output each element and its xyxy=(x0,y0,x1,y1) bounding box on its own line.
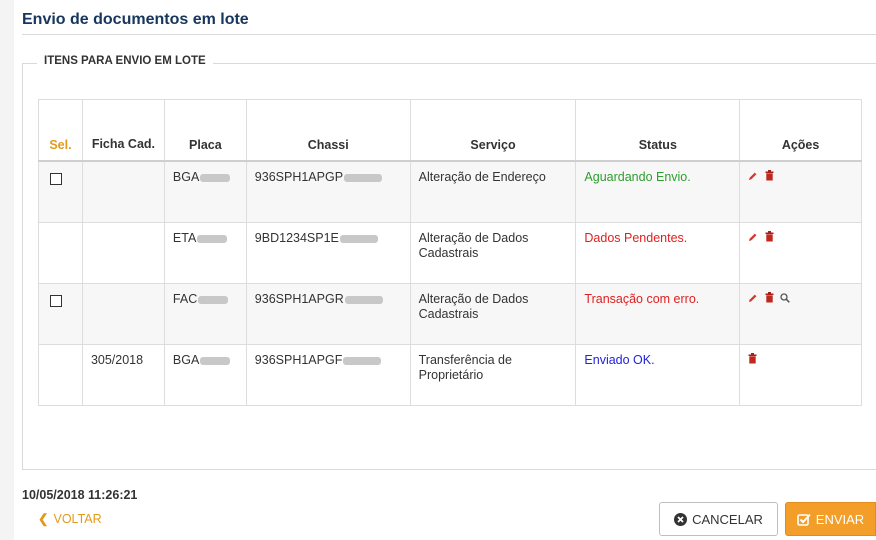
ficha-cell xyxy=(81,222,165,284)
placa-cell: FAC xyxy=(163,283,247,345)
status-cell: Aguardando Envio. xyxy=(575,160,741,223)
ficha-cell xyxy=(81,160,165,223)
col-header-chassi: Chassi xyxy=(245,99,411,162)
actions-cell xyxy=(739,222,862,284)
col-header-servico: Serviço xyxy=(409,99,577,162)
redacted-mask xyxy=(198,295,229,304)
redacted-mask xyxy=(344,295,383,304)
placa-value: BGA xyxy=(172,353,200,367)
table-header-row: Sel. Ficha Cad. Placa Chassi Serviço Sta… xyxy=(38,99,862,162)
trash-icon[interactable] xyxy=(765,292,774,303)
section-title: ITENS PARA ENVIO EM LOTE xyxy=(37,55,213,67)
servico-cell: Transferência de Proprietário xyxy=(409,344,577,406)
servico-cell: Alteração de Dados Cadastrais xyxy=(409,283,577,345)
cancel-circle-icon xyxy=(674,512,688,526)
pencil-icon[interactable] xyxy=(748,231,758,241)
pencil-icon[interactable] xyxy=(748,170,758,180)
placa-value: BGA xyxy=(172,170,200,184)
actions-cell xyxy=(739,160,862,223)
chassi-cell: 9BD1234SP1E xyxy=(245,222,411,284)
actions-cell xyxy=(739,344,862,406)
chassi-cell: 936SPH1APGR xyxy=(245,283,411,345)
table-row: FAC 936SPH1APGR Alteração de Dados Cadas… xyxy=(38,283,862,345)
title-divider xyxy=(22,34,876,35)
placa-value: ETA xyxy=(172,231,197,245)
chassi-value: 936SPH1APGP xyxy=(254,170,344,184)
items-table: Sel. Ficha Cad. Placa Chassi Serviço Sta… xyxy=(38,99,862,406)
redacted-mask xyxy=(200,356,231,365)
servico-cell: Alteração de Endereço xyxy=(409,160,577,223)
col-header-status: Status xyxy=(575,99,741,162)
status-cell: Dados Pendentes. xyxy=(575,222,741,284)
redacted-mask xyxy=(344,173,383,182)
table-row: ETA 9BD1234SP1E Alteração de Dados Cadas… xyxy=(38,222,862,284)
select-cell xyxy=(38,222,83,284)
placa-cell: BGA xyxy=(163,344,247,406)
placa-cell: BGA xyxy=(163,160,247,223)
row-select-checkbox[interactable] xyxy=(50,295,63,307)
timestamp: 10/05/2018 11:26:21 xyxy=(22,488,138,502)
select-cell xyxy=(38,283,83,345)
table-row: 305/2018 BGA 936SPH1APGF Transferência d… xyxy=(38,344,862,406)
chassi-value: 936SPH1APGF xyxy=(254,353,343,367)
ficha-cell: 305/2018 xyxy=(81,344,165,406)
cancel-button-label: CANCELAR xyxy=(692,511,763,527)
trash-icon[interactable] xyxy=(765,170,774,181)
cancel-button[interactable]: CANCELAR xyxy=(659,502,778,536)
back-link[interactable]: ❮ VOLTAR xyxy=(38,511,102,526)
servico-cell: Alteração de Dados Cadastrais xyxy=(409,222,577,284)
chassi-value: 9BD1234SP1E xyxy=(254,231,339,245)
col-header-acoes: Ações xyxy=(739,99,862,162)
redacted-mask xyxy=(200,173,231,182)
col-header-sel: Sel. xyxy=(38,99,83,162)
back-link-label: VOLTAR xyxy=(53,512,102,526)
status-cell: Transação com erro. xyxy=(575,283,741,345)
send-button[interactable]: ENVIAR xyxy=(785,502,876,536)
chassi-cell: 936SPH1APGP xyxy=(245,160,411,223)
col-header-ficha: Ficha Cad. xyxy=(81,99,165,162)
page-title: Envio de documentos em lote xyxy=(22,11,249,28)
magnifier-icon[interactable] xyxy=(780,292,790,303)
redacted-mask xyxy=(197,234,228,243)
pencil-icon[interactable] xyxy=(748,292,758,302)
placa-value: FAC xyxy=(172,292,198,306)
check-square-icon xyxy=(796,513,811,526)
redacted-mask xyxy=(339,234,378,243)
redacted-mask xyxy=(343,356,382,365)
chassi-value: 936SPH1APGR xyxy=(254,292,344,306)
left-edge-strip xyxy=(0,0,14,540)
select-cell xyxy=(38,344,83,406)
row-select-checkbox[interactable] xyxy=(50,173,63,185)
trash-icon[interactable] xyxy=(765,231,774,242)
trash-icon[interactable] xyxy=(748,353,757,364)
ficha-cell xyxy=(81,283,165,345)
actions-cell xyxy=(739,283,862,345)
select-cell xyxy=(38,160,83,223)
chevron-left-icon: ❮ xyxy=(38,512,49,526)
col-header-placa: Placa xyxy=(163,99,247,162)
status-cell: Enviado OK. xyxy=(575,344,741,406)
chassi-cell: 936SPH1APGF xyxy=(245,344,411,406)
table-row: BGA 936SPH1APGP Alteração de Endereço Ag… xyxy=(38,160,862,223)
placa-cell: ETA xyxy=(163,222,247,284)
send-button-label: ENVIAR xyxy=(815,511,865,527)
